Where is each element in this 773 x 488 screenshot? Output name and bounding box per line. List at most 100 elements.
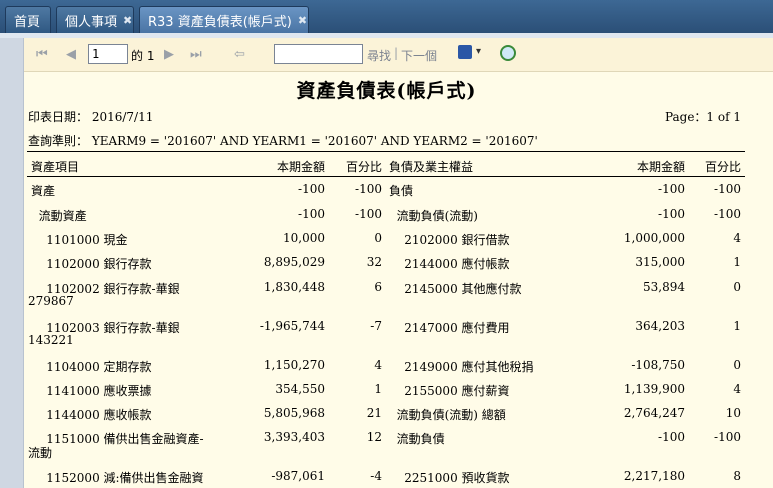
liability-item-name: 2149000 應付其他稅捐 — [389, 360, 534, 374]
page-number-input[interactable] — [88, 44, 128, 64]
asset-item-name: 1101000 現金 — [31, 233, 128, 247]
liability-percent: -100 — [714, 207, 741, 221]
asset-percent: 0 — [374, 231, 382, 245]
col-header-percent: 百分比 — [345, 160, 382, 174]
liability-percent: 10 — [725, 406, 741, 420]
asset-item-name-continued: 143221 — [28, 333, 74, 347]
asset-item-name-continued: 279867 — [28, 294, 74, 308]
liability-percent: 4 — [733, 382, 741, 396]
liability-item-name: 2102000 銀行借款 — [389, 233, 510, 247]
asset-amount: -100 — [298, 182, 325, 196]
asset-percent: -7 — [370, 319, 382, 333]
asset-amount: 3,393,403 — [263, 430, 325, 444]
asset-amount: 5,805,968 — [263, 406, 325, 420]
liability-item-name: 2251000 預收貨款 — [389, 471, 510, 485]
asset-item-name: 1144000 應收帳款 — [31, 408, 152, 422]
liability-percent: 4 — [733, 231, 741, 245]
close-icon[interactable]: ✖ — [298, 14, 307, 27]
liability-amount: 2,217,180 — [623, 469, 685, 483]
tab-personal[interactable]: 個人事項 ✖ — [56, 6, 134, 33]
tab-home[interactable]: 首頁 — [5, 6, 51, 33]
liability-percent: 1 — [733, 319, 741, 333]
close-icon[interactable]: ✖ — [123, 14, 132, 27]
asset-amount: 354,550 — [275, 382, 325, 396]
liability-percent: 8 — [733, 469, 741, 483]
col-header-percent-2: 百分比 — [704, 160, 741, 174]
asset-percent: 6 — [374, 280, 382, 294]
asset-amount: 1,150,270 — [263, 358, 325, 372]
asset-amount: 8,895,029 — [263, 255, 325, 269]
print-date: 印表日期： 2016/7/11 — [28, 110, 154, 124]
liability-item-name: 2155000 應付薪資 — [389, 384, 510, 398]
asset-item-name: 1104000 定期存款 — [31, 360, 152, 374]
liability-amount: -100 — [658, 430, 685, 444]
liability-item-name: 2144000 應付帳款 — [389, 257, 510, 271]
asset-percent: 4 — [374, 358, 382, 372]
liability-amount: -100 — [658, 182, 685, 196]
asset-percent: -4 — [370, 469, 382, 483]
asset-amount: -100 — [298, 207, 325, 221]
find-next-link[interactable]: 下一個 — [401, 47, 437, 64]
liability-percent: -100 — [714, 430, 741, 444]
liability-percent: 0 — [733, 280, 741, 294]
header-rule-top — [27, 151, 745, 152]
asset-item-name: 1141000 應收票據 — [31, 384, 152, 398]
asset-percent: 12 — [366, 430, 382, 444]
page-count-label: 的 1 — [131, 49, 155, 63]
prev-page-icon[interactable]: ◀ — [66, 47, 76, 63]
tab-label: 首頁 — [14, 14, 41, 30]
asset-item-name: 1152000 減:備供出售金融資 — [31, 471, 204, 485]
asset-percent: 1 — [374, 382, 382, 396]
asset-percent: -100 — [355, 207, 382, 221]
tab-strip: 首頁 個人事項 ✖ R33 資產負債表(帳戶式) ✖ — [0, 0, 773, 33]
liability-amount: -100 — [658, 207, 685, 221]
search-input[interactable] — [274, 44, 363, 64]
asset-percent: 21 — [366, 406, 382, 420]
liability-amount: 315,000 — [635, 255, 685, 269]
toolbar-separator: | — [394, 46, 399, 60]
asset-item-name: 1102000 銀行存款 — [31, 257, 152, 271]
liability-item-name: 流動負債(流動) 總額 — [389, 408, 506, 422]
last-page-icon[interactable]: ⏭ — [190, 47, 202, 63]
col-header-asset: 資產項目 — [31, 160, 80, 174]
liability-item-name: 流動負債 — [389, 432, 445, 446]
export-icon[interactable] — [458, 45, 472, 59]
chevron-down-icon[interactable]: ▾ — [476, 46, 481, 57]
liability-amount: 364,203 — [635, 319, 685, 333]
liability-percent: -100 — [714, 182, 741, 196]
report-title: 資產負債表(帳戶式) — [296, 80, 477, 102]
query-criteria: 查詢準則： YEARM9 = '201607' AND YEARM1 = '20… — [28, 134, 538, 148]
col-header-amount: 本期金額 — [276, 160, 325, 174]
col-header-liability: 負債及業主權益 — [389, 160, 474, 174]
liability-amount: 1,139,900 — [623, 382, 685, 396]
liability-amount: -108,750 — [631, 358, 685, 372]
asset-amount: -1,965,744 — [259, 319, 325, 333]
page-info: Page：1 of 1 — [664, 110, 741, 124]
tab-label: 個人事項 — [65, 14, 118, 30]
tab-label: R33 資產負債表(帳戶式) — [148, 14, 292, 30]
asset-amount: 10,000 — [283, 231, 325, 245]
asset-item-name-continued: 流動 — [28, 446, 53, 460]
asset-amount: -987,061 — [271, 469, 325, 483]
asset-percent: 32 — [366, 255, 382, 269]
find-link[interactable]: 尋找 — [367, 47, 391, 64]
asset-amount: 1,830,448 — [263, 280, 325, 294]
liability-item-name: 2145000 其他應付款 — [389, 282, 522, 296]
asset-item-name: 資產 — [31, 184, 56, 198]
asset-percent: -100 — [355, 182, 382, 196]
first-page-icon[interactable]: ⏮ — [36, 47, 48, 63]
liability-percent: 0 — [733, 358, 741, 372]
tab-r33-report[interactable]: R33 資產負債表(帳戶式) ✖ — [139, 6, 309, 33]
liability-percent: 1 — [733, 255, 741, 269]
asset-item-name: 流動資產 — [31, 209, 87, 223]
asset-item-name: 1151000 備供出售金融資產- — [31, 432, 204, 446]
refresh-icon[interactable] — [500, 45, 516, 61]
header-rule-bottom — [27, 176, 745, 177]
next-page-icon[interactable]: ▶ — [164, 47, 174, 63]
liability-item-name: 2147000 應付費用 — [389, 321, 510, 335]
liability-amount: 53,894 — [643, 280, 685, 294]
col-header-amount-2: 本期金額 — [636, 160, 685, 174]
back-icon[interactable]: ⇦ — [234, 47, 245, 63]
liability-item-name: 流動負債(流動) — [389, 209, 478, 223]
liability-amount: 1,000,000 — [623, 231, 685, 245]
